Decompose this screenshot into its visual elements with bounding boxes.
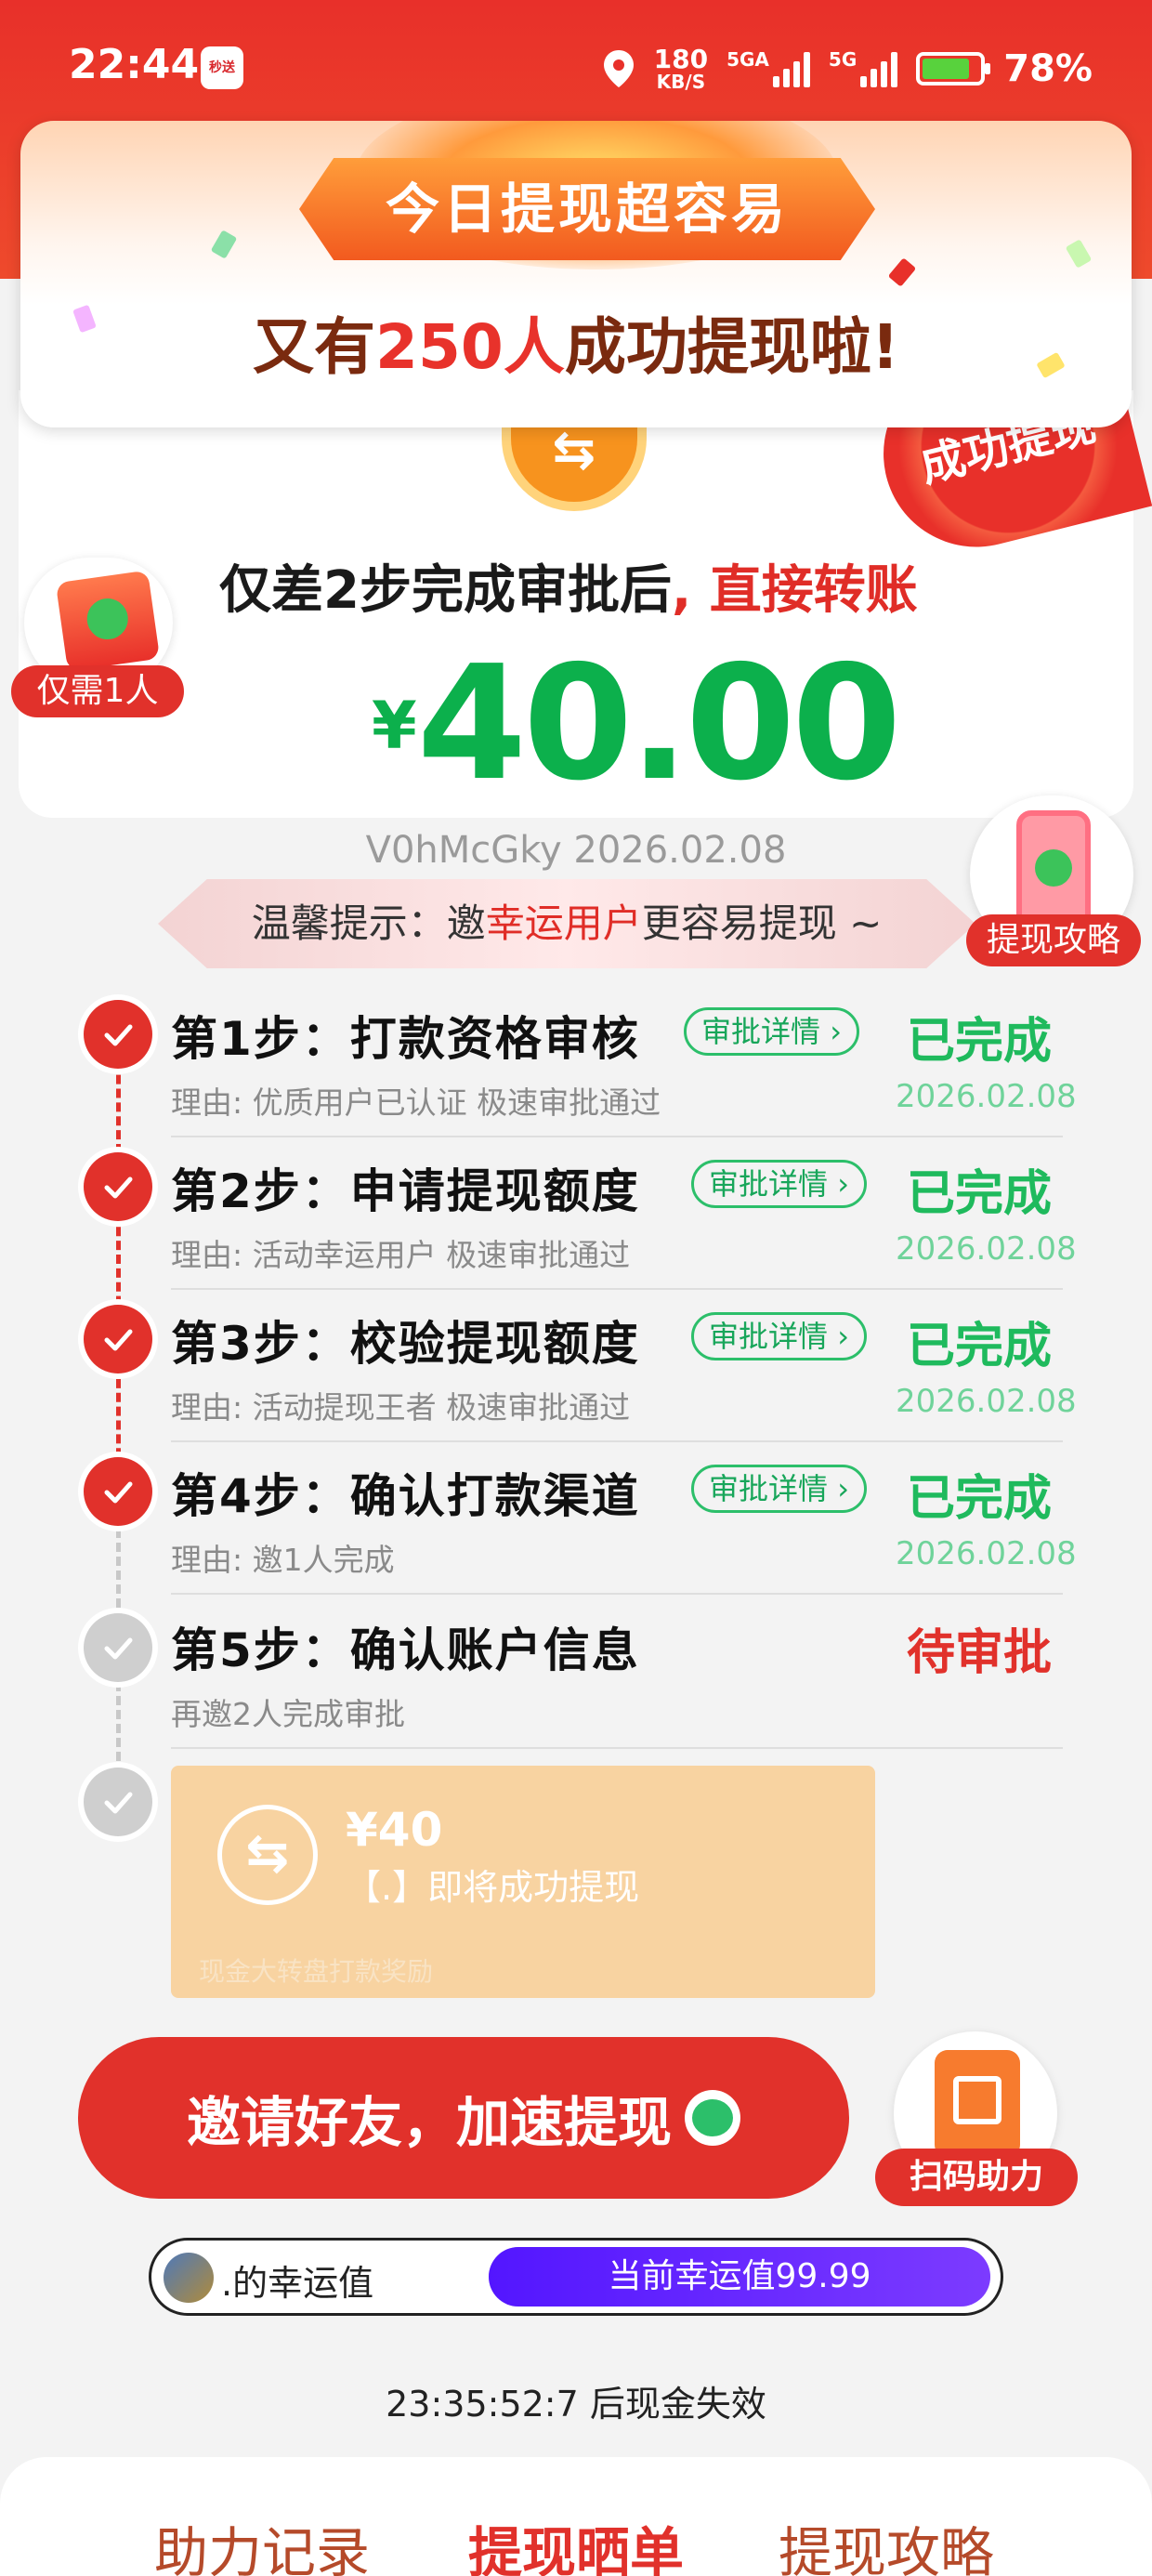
step-reason: 理由: 活动幸运用户 极速审批通过 <box>171 1237 631 1273</box>
banner-ribbon: 今日提现超容易 <box>299 158 875 260</box>
red-envelope-icon <box>55 570 161 672</box>
top-banner: 今日提现超容易 又有250人成功提现啦! <box>20 121 1132 427</box>
approval-detail-button[interactable]: 审批详情 › <box>691 1312 867 1360</box>
step-divider <box>171 1593 1063 1595</box>
transfer-icon: ⇆ <box>217 1805 318 1905</box>
final-step-check-icon <box>84 1768 152 1836</box>
step-divider <box>171 1136 1063 1137</box>
location-icon <box>603 50 634 87</box>
step-divider <box>171 1747 1063 1749</box>
app-notification-icon: 秒送 <box>201 46 243 89</box>
tab-withdraw-guide[interactable]: 提现攻略 <box>779 2509 994 2576</box>
step-title: 第5步：确认账户信息 <box>171 1623 640 1677</box>
approval-detail-button[interactable]: 审批详情 › <box>684 1007 859 1056</box>
phone-icon <box>1016 810 1091 931</box>
step-pending-check-icon <box>84 1613 152 1682</box>
timeline-completed-line <box>116 1033 121 1485</box>
approval-detail-button[interactable]: 审批详情 › <box>691 1160 867 1208</box>
signal-5ga-icon: 5GA <box>727 50 810 87</box>
wechat-icon <box>685 2090 740 2146</box>
scan-help-label[interactable]: 扫码助力 <box>875 2149 1078 2206</box>
battery-icon <box>916 52 991 85</box>
step-divider <box>171 1440 1063 1442</box>
step-status: 已完成 <box>907 1166 1053 1222</box>
status-bar: 22:44 秒送 180 KB/S 5GA 5G 78% <box>0 0 1152 139</box>
voucher-footer: 现金大转盘打款奖励 <box>199 1956 434 1987</box>
tip-banner: 温馨提示：邀幸运用户更容易提现 ~ <box>158 879 975 968</box>
battery-percent: 78% <box>1003 47 1093 90</box>
step-check-icon <box>84 1305 152 1373</box>
step-check-icon <box>84 1457 152 1526</box>
withdraw-guide-label[interactable]: 提现攻略 <box>966 914 1141 966</box>
step-reason: 理由: 优质用户已认证 极速审批通过 <box>171 1084 661 1121</box>
lucky-label: .的幸运值 <box>221 2263 374 2304</box>
confetti-decoration <box>887 257 917 287</box>
net-speed: 180 KB/S <box>653 44 709 93</box>
status-time: 22:44 <box>69 41 200 88</box>
step-date: 2026.02.08 <box>896 1383 1077 1420</box>
step-reason: 理由: 活动提现王者 极速审批通过 <box>171 1389 631 1426</box>
step-title: 第3步：校验提现额度 <box>171 1317 640 1371</box>
lucky-value-text: 当前幸运值99.99 <box>608 2257 871 2295</box>
step-status: 已完成 <box>907 1319 1053 1374</box>
step-status: 待审批 <box>907 1625 1053 1681</box>
step-status: 已完成 <box>907 1014 1053 1070</box>
tab-help-records[interactable]: 助力记录 <box>154 2509 370 2576</box>
confetti-decoration <box>1065 239 1093 269</box>
tab-withdraw-showcase[interactable]: 提现晒单 <box>468 2509 684 2576</box>
voucher-text: 【.】即将成功提现 <box>346 1867 640 1908</box>
step-date: 2026.02.08 <box>896 1535 1077 1572</box>
approval-detail-button[interactable]: 审批详情 › <box>691 1465 867 1513</box>
invite-friends-button[interactable]: 邀请好友，加速提现 <box>78 2037 849 2199</box>
step-reason: 再邀2人完成审批 <box>171 1696 405 1732</box>
cash-voucher: ⇆ ¥40 【.】即将成功提现 现金大转盘打款奖励 <box>171 1766 875 1998</box>
step-date: 2026.02.08 <box>896 1230 1077 1268</box>
step-divider <box>171 1288 1063 1290</box>
steps-headline: 仅差2步完成审批后, 直接转账 <box>219 560 918 621</box>
withdraw-amount: ¥40.00 <box>372 632 901 816</box>
step-status: 已完成 <box>907 1471 1053 1527</box>
confetti-decoration <box>210 230 238 259</box>
signal-5g-icon: 5G <box>829 50 898 87</box>
cash-expiry-countdown: 23:35:52:7 后现金失效 <box>386 2384 766 2425</box>
banner-headline: 又有250人成功提现啦! <box>253 311 899 383</box>
status-indicators: 180 KB/S 5GA 5G 78% <box>602 41 1093 97</box>
qr-code-icon <box>935 2050 1020 2158</box>
voucher-amount: ¥40 <box>346 1803 443 1857</box>
avatar <box>164 2253 214 2303</box>
step-date: 2026.02.08 <box>896 1078 1077 1115</box>
step-check-icon <box>84 1000 152 1069</box>
step-check-icon <box>84 1152 152 1221</box>
step-title: 第4步：确认打款渠道 <box>171 1469 640 1523</box>
step-title: 第1步：打款资格审核 <box>171 1012 640 1066</box>
step-title: 第2步：申请提现额度 <box>171 1164 640 1218</box>
only-one-label[interactable]: 仅需1人 <box>11 665 184 717</box>
step-reason: 理由: 邀1人完成 <box>171 1542 395 1578</box>
